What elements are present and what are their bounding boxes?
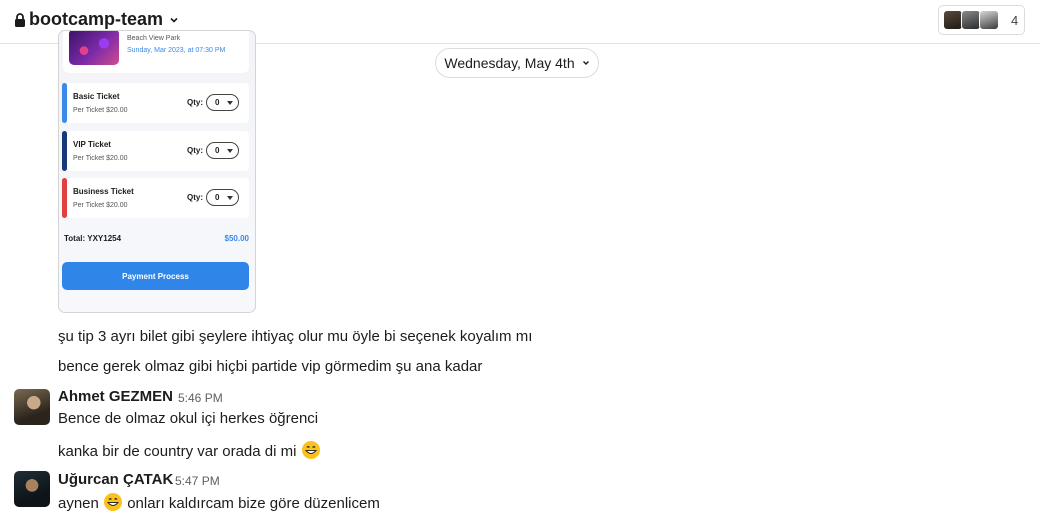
qty-label: Qty: xyxy=(187,98,203,107)
caret-down-icon xyxy=(227,149,233,153)
ticket-price: Per Ticket $20.00 xyxy=(73,107,128,114)
ticket-color-bar xyxy=(62,178,67,218)
payment-process-button: Payment Process xyxy=(62,262,249,290)
ticket-color-bar xyxy=(62,83,67,123)
date-divider-label: Wednesday, May 4th xyxy=(444,55,575,71)
image-attachment[interactable]: Beach View Park Sunday, Mar 2023, at 07:… xyxy=(58,30,256,313)
chevron-down-icon xyxy=(170,17,178,23)
message-timestamp[interactable]: 5:46 PM xyxy=(178,391,223,405)
qty-select: 0 xyxy=(206,189,239,206)
qty-select: 0 xyxy=(206,142,239,159)
chevron-down-icon xyxy=(582,61,589,65)
member-count: 4 xyxy=(1011,12,1019,28)
message-text: şu tip 3 ayrı bilet gibi şeylere ihtiyaç… xyxy=(58,328,533,345)
member-avatar xyxy=(943,10,963,30)
total-value: $50.00 xyxy=(224,234,249,243)
sender-name[interactable]: Ahmet GEZMEN xyxy=(58,388,173,405)
avatar-ugurcan[interactable] xyxy=(14,471,50,507)
caret-down-icon xyxy=(227,101,233,105)
avatar-ahmet[interactable] xyxy=(14,389,50,425)
ticket-basic: Basic Ticket Per Ticket $20.00 Qty: 0 xyxy=(62,83,249,123)
message-text: kanka bir de country var orada di mi xyxy=(58,440,321,460)
caret-down-icon xyxy=(227,196,233,200)
message-text: aynen onları kaldırcam bize göre düzenli… xyxy=(58,492,380,512)
qty-select: 0 xyxy=(206,94,239,111)
message-text: Bence de olmaz okul içi herkes öğrenci xyxy=(58,410,319,427)
grinning-face-emoji xyxy=(104,493,123,511)
event-date: Sunday, Mar 2023, at 07:30 PM xyxy=(127,47,226,54)
ticket-price: Per Ticket $20.00 xyxy=(73,202,128,209)
message-text: bence gerek olmaz gibi hiçbi partide vip… xyxy=(58,358,483,375)
member-avatar xyxy=(979,10,999,30)
message-text-part: onları kaldırcam bize göre düzenlicem xyxy=(127,495,380,512)
ticket-name: Business Ticket xyxy=(73,187,134,196)
qty-label: Qty: xyxy=(187,193,203,202)
channel-name-button[interactable]: bootcamp-team xyxy=(14,9,179,30)
date-divider-button[interactable]: Wednesday, May 4th xyxy=(435,48,599,78)
ticket-price: Per Ticket $20.00 xyxy=(73,155,128,162)
ticket-vip: VIP Ticket Per Ticket $20.00 Qty: 0 xyxy=(62,131,249,171)
ticket-color-bar xyxy=(62,131,67,171)
members-button[interactable]: 4 xyxy=(938,5,1025,35)
qty-value: 0 xyxy=(215,146,220,155)
message-text-part: aynen xyxy=(58,495,99,512)
ticket-name: Basic Ticket xyxy=(73,92,120,101)
qty-label: Qty: xyxy=(187,146,203,155)
event-card: Beach View Park Sunday, Mar 2023, at 07:… xyxy=(63,31,249,73)
qty-value: 0 xyxy=(215,98,220,107)
message-text-part: kanka bir de country var orada di mi xyxy=(58,443,297,460)
qty-value: 0 xyxy=(215,193,220,202)
ticket-name: VIP Ticket xyxy=(73,140,111,149)
sender-name[interactable]: Uğurcan ÇATAK xyxy=(58,471,173,488)
channel-name: bootcamp-team xyxy=(29,9,164,29)
grinning-face-emoji xyxy=(301,441,320,459)
message-timestamp[interactable]: 5:47 PM xyxy=(175,474,220,488)
total-label: Total: YXY1254 xyxy=(64,234,122,243)
event-venue: Beach View Park xyxy=(127,35,181,42)
ticket-business: Business Ticket Per Ticket $20.00 Qty: 0 xyxy=(62,178,249,218)
lock-icon xyxy=(15,12,25,27)
event-image xyxy=(69,31,119,65)
member-avatar xyxy=(961,10,981,30)
